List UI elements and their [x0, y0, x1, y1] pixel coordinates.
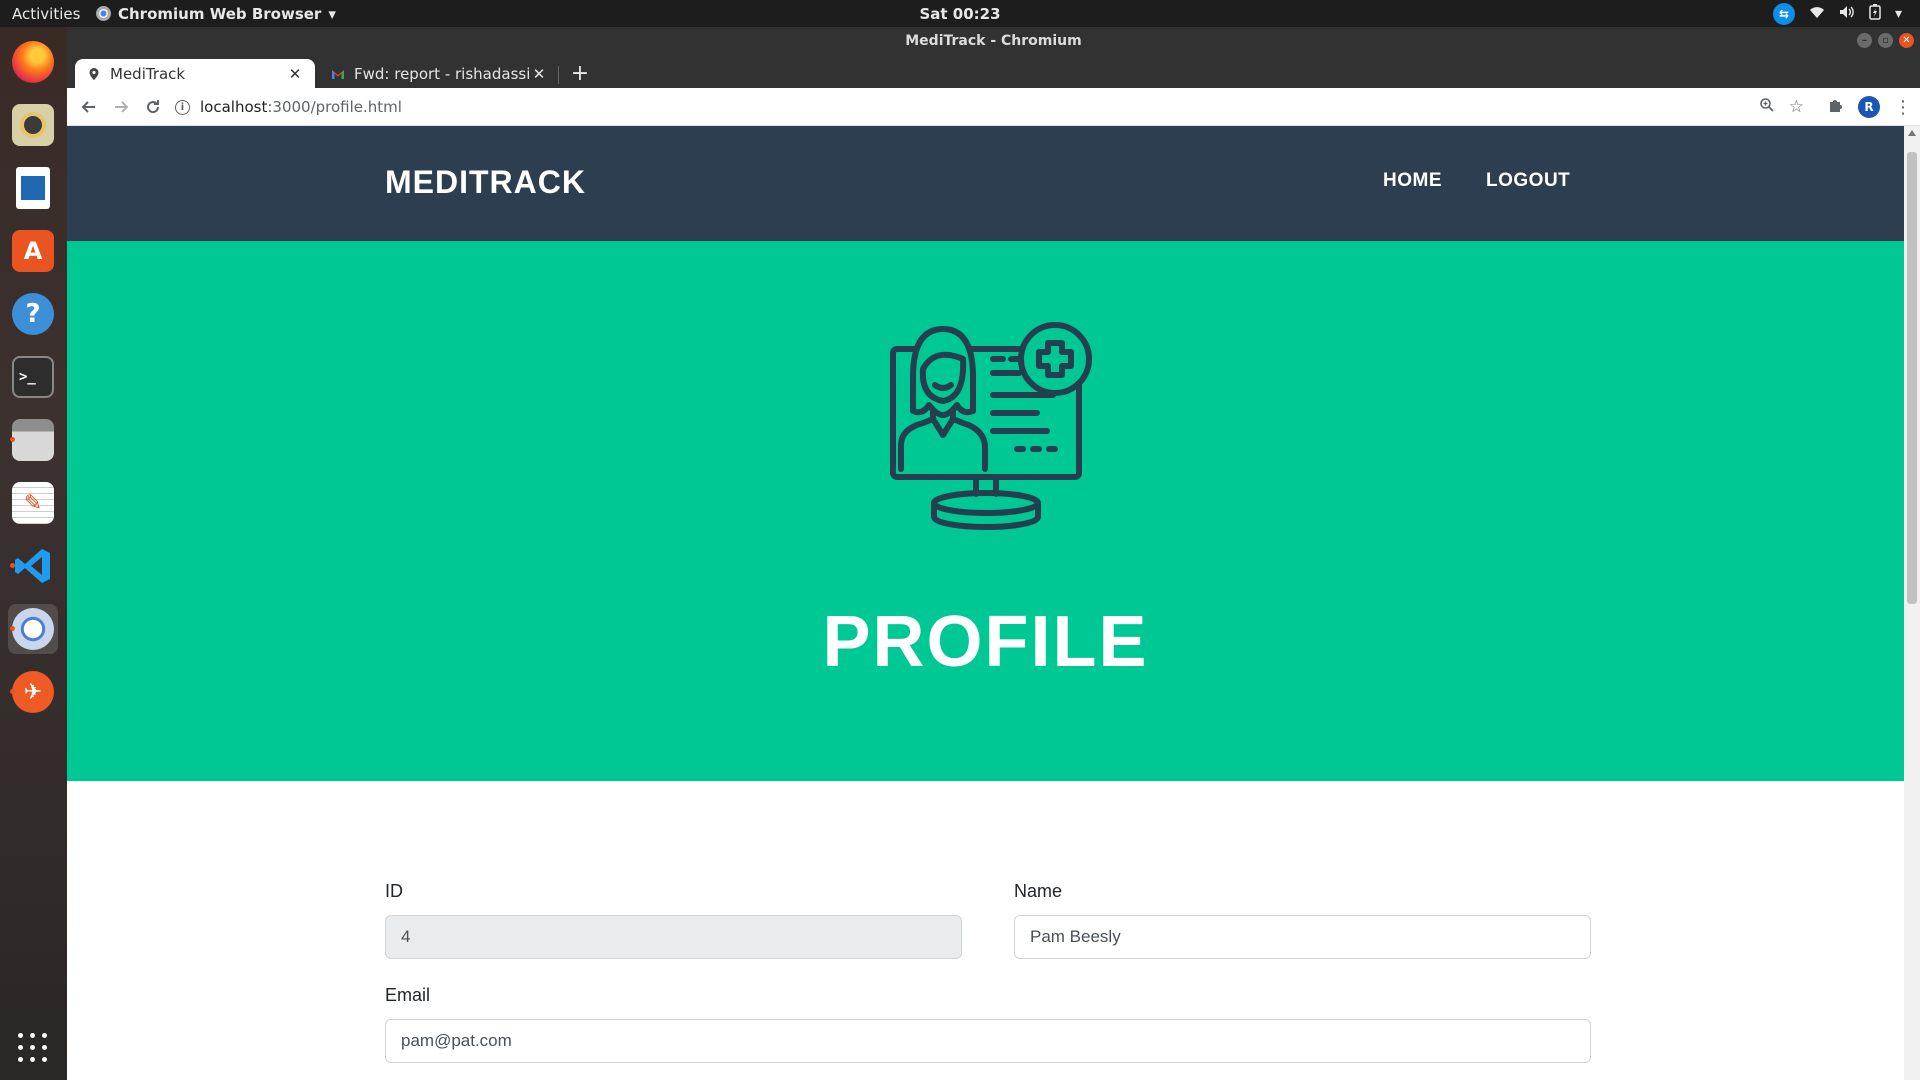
window-title: MediTrack - Chromium	[905, 32, 1082, 49]
brand-logo[interactable]: MEDITRACK	[385, 164, 586, 201]
rhythmbox-icon	[12, 104, 54, 146]
chromium-icon	[12, 608, 54, 650]
profile-hero: PROFILE	[67, 241, 1904, 781]
postman-icon: ✈	[12, 671, 54, 713]
browser-window: MediTrack - Chromium – ▫ ✕ MediTrack ✕ F…	[67, 27, 1920, 1080]
help-icon: ?	[12, 293, 54, 335]
running-indicator	[10, 563, 15, 568]
system-menu-chevron-icon[interactable]: ▾	[1895, 6, 1902, 22]
scrollbar-thumb[interactable]	[1907, 152, 1917, 604]
arrow-left-icon	[81, 100, 95, 113]
dock-software[interactable]: A	[8, 226, 58, 276]
kebab-menu-icon[interactable]: ⋮	[1894, 97, 1912, 118]
nav-links: HOME LOGOUT	[1383, 170, 1570, 192]
chevron-down-icon: ▾	[328, 4, 336, 23]
id-label: ID	[385, 881, 403, 901]
app-menu[interactable]: Chromium Web Browser ▾	[96, 5, 336, 23]
teamviewer-icon[interactable]: ⇆	[1772, 2, 1795, 25]
chromium-small-icon	[96, 6, 111, 21]
dock-terminal[interactable]: >_	[8, 352, 58, 402]
id-field[interactable]: 4	[385, 915, 962, 959]
vertical-scrollbar[interactable]	[1904, 126, 1920, 1080]
bookmark-star-icon[interactable]: ☆	[1789, 97, 1804, 117]
url-host: localhost	[200, 98, 268, 116]
doctor-monitor-icon	[890, 322, 1092, 530]
nav-home-link[interactable]: HOME	[1383, 170, 1442, 192]
site-navbar: MEDITRACK HOME LOGOUT	[67, 126, 1904, 241]
browser-toolbar: i localhost:3000/profile.html ☆ R ⋮	[67, 88, 1920, 126]
nav-logout-link[interactable]: LOGOUT	[1486, 170, 1570, 192]
address-bar[interactable]: i localhost:3000/profile.html	[175, 92, 1770, 122]
email-field[interactable]: pam@pat.com	[385, 1019, 1591, 1063]
battery-icon[interactable]	[1869, 3, 1881, 24]
tab-label: MediTrack	[110, 64, 186, 83]
running-indicator	[10, 437, 15, 442]
dock-rhythmbox[interactable]	[8, 100, 58, 150]
tab-meditrack[interactable]: MediTrack ✕	[75, 59, 315, 88]
back-button[interactable]	[73, 91, 105, 123]
new-tab-button[interactable]: +	[567, 60, 593, 86]
tab-gmail[interactable]: Fwd: report - rishadassi1@ ✕	[319, 59, 559, 88]
arrow-right-icon	[115, 100, 129, 113]
scroll-up-arrow-icon[interactable]	[1908, 130, 1916, 136]
show-apps-icon	[18, 1033, 48, 1063]
page-viewport: MEDITRACK HOME LOGOUT PROFILE ID 4 Name …	[67, 126, 1920, 1080]
tab-separator	[558, 66, 559, 84]
dock: A ? >_ ✎ ✈	[0, 27, 67, 1080]
dock-writer[interactable]	[8, 163, 58, 213]
files-icon	[12, 419, 54, 461]
system-top-bar: Activities Chromium Web Browser ▾ Sat 00…	[0, 0, 1920, 27]
url-path: :3000/profile.html	[267, 98, 402, 116]
dock-firefox[interactable]	[8, 37, 58, 87]
vscode-icon	[12, 545, 54, 587]
reload-icon	[147, 99, 160, 113]
dock-postman[interactable]: ✈	[8, 667, 58, 717]
forward-button[interactable]	[105, 91, 137, 123]
dock-help[interactable]: ?	[8, 289, 58, 339]
running-indicator	[10, 626, 15, 631]
dock-chromium[interactable]	[8, 604, 58, 654]
dock-text-editor[interactable]: ✎	[8, 478, 58, 528]
terminal-icon: >_	[12, 356, 54, 398]
minimize-button[interactable]: –	[1857, 33, 1872, 48]
gmail-icon	[332, 69, 344, 79]
window-titlebar[interactable]: MediTrack - Chromium – ▫ ✕	[67, 27, 1920, 54]
firefox-icon	[12, 41, 54, 83]
running-indicator	[10, 689, 15, 694]
profile-form: ID 4 Name Pam Beesly Email pam@pat.com	[385, 881, 1591, 1063]
app-menu-label: Chromium Web Browser	[118, 4, 322, 23]
activities-button[interactable]: Activities	[0, 5, 96, 23]
dock-show-apps[interactable]	[8, 1023, 58, 1073]
extensions-puzzle-icon[interactable]	[1828, 97, 1844, 118]
wifi-icon[interactable]	[1809, 5, 1825, 23]
email-label: Email	[385, 985, 431, 1005]
text-editor-icon: ✎	[12, 482, 54, 524]
close-tab-icon[interactable]: ✕	[287, 65, 303, 83]
close-tab-icon[interactable]: ✕	[531, 65, 547, 83]
reload-button[interactable]	[137, 91, 169, 123]
tab-strip: MediTrack ✕ Fwd: report - rishadassi1@ ✕…	[67, 54, 1920, 88]
close-window-button[interactable]: ✕	[1899, 33, 1914, 48]
libreoffice-writer-icon	[16, 167, 50, 209]
profile-avatar[interactable]: R	[1858, 96, 1880, 118]
page-title: PROFILE	[822, 602, 1149, 682]
system-tray[interactable]: ⇆ ▾	[1772, 0, 1902, 27]
maximize-button[interactable]: ▫	[1878, 33, 1893, 48]
dock-files[interactable]	[8, 415, 58, 465]
tab-label: Fwd: report - rishadassi1@	[354, 64, 531, 83]
site-info-icon[interactable]: i	[175, 99, 190, 115]
volume-icon[interactable]	[1839, 5, 1855, 23]
name-field[interactable]: Pam Beesly	[1014, 915, 1591, 959]
name-label: Name	[1014, 881, 1063, 901]
zoom-icon[interactable]	[1759, 97, 1775, 118]
dock-vscode[interactable]	[8, 541, 58, 591]
meditrack-profile-page: MEDITRACK HOME LOGOUT PROFILE ID 4 Name …	[67, 126, 1904, 1080]
software-center-icon: A	[12, 230, 54, 272]
map-pin-icon	[89, 67, 99, 80]
